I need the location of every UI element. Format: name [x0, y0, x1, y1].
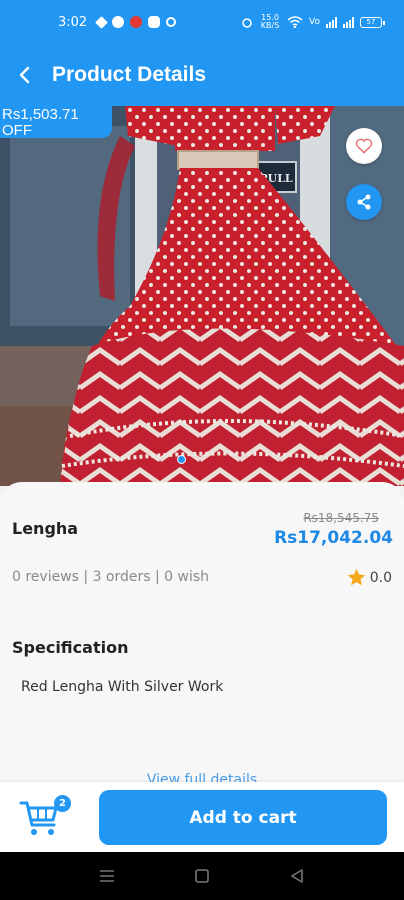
notification-icons	[95, 15, 177, 29]
carousel-dot-active[interactable]	[177, 455, 186, 464]
back-button[interactable]	[0, 50, 50, 100]
home-square-icon	[195, 869, 209, 883]
rating: 0.0	[346, 567, 392, 588]
star-icon	[347, 568, 365, 586]
system-navigation-bar	[0, 852, 404, 900]
signal-icon	[326, 16, 337, 28]
app-bar: Product Details	[0, 44, 404, 106]
share-button[interactable]	[346, 184, 382, 220]
specification-text: Red Lengha With Silver Work	[21, 679, 224, 695]
favorite-button[interactable]	[346, 128, 382, 164]
volte-icon: Vo	[309, 17, 320, 27]
share-icon	[357, 194, 371, 210]
wifi-icon	[287, 16, 303, 28]
original-price: Rs18,545.75	[303, 511, 379, 525]
product-name: Lengha	[12, 519, 79, 538]
home-button[interactable]	[182, 856, 222, 896]
network-speed: 15.0 KB/S	[260, 13, 280, 30]
heart-outline-icon	[355, 138, 373, 154]
view-full-details-link[interactable]: View full details	[0, 772, 404, 782]
specification-heading: Specification	[12, 638, 129, 657]
notification-icon	[112, 16, 125, 28]
signal-icon-2	[343, 16, 354, 28]
product-image: PULL	[0, 106, 404, 486]
battery-level: 57	[366, 18, 376, 26]
add-to-cart-button[interactable]: Add to cart	[99, 790, 387, 845]
back-triangle-icon	[290, 869, 303, 883]
notification-icon	[166, 17, 177, 27]
notification-icon	[130, 16, 143, 28]
cart-button[interactable]: 2	[18, 795, 72, 839]
status-right: 15.0 KB/S Vo 57	[241, 13, 385, 30]
menu-lines-icon	[100, 870, 115, 882]
back-arrow-icon	[19, 66, 30, 84]
battery-icon: 57	[360, 16, 385, 28]
product-stats: 0 reviews | 3 orders | 0 wish	[12, 569, 210, 585]
recent-apps-button[interactable]	[87, 856, 127, 896]
current-price: Rs17,042.04	[274, 528, 393, 548]
system-back-button[interactable]	[277, 856, 317, 896]
page-title: Product Details	[52, 63, 207, 86]
notification-icon	[148, 16, 161, 28]
bottom-action-bar: 2 Add to cart	[0, 782, 404, 852]
alarm-icon	[242, 18, 252, 28]
product-details-card: Lengha Rs18,545.75 Rs17,042.04 0 reviews…	[0, 482, 404, 782]
rating-value: 0.0	[369, 569, 392, 586]
product-image-carousel[interactable]: PULL Rs1,503.71 OFF	[0, 106, 404, 486]
cart-count-badge: 2	[54, 795, 71, 812]
discount-badge: Rs1,503.71 OFF	[0, 106, 112, 138]
notification-icon	[95, 15, 109, 29]
status-bar: 3:02 15.0 KB/S Vo 57	[0, 0, 404, 44]
status-time: 3:02	[58, 14, 88, 30]
